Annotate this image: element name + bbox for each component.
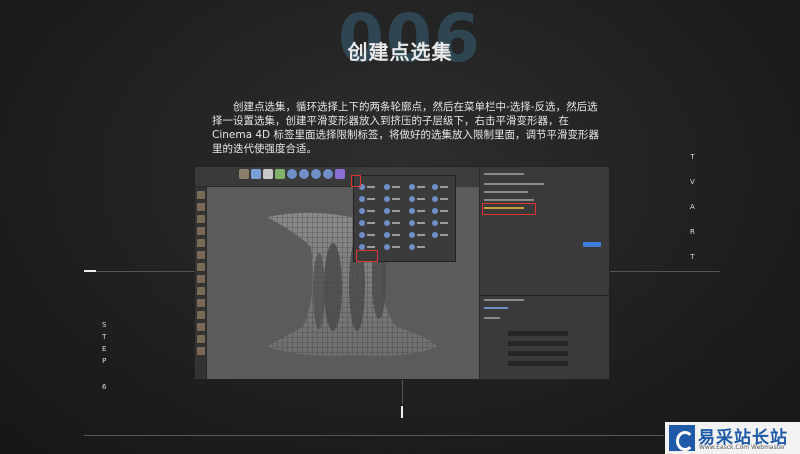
brand-label: T V A R T — [690, 152, 695, 277]
brand-label-letter: V — [690, 178, 695, 186]
divider-bottom — [84, 435, 664, 436]
brand-label-letter: T — [690, 153, 695, 161]
highlight-deformer-icon — [351, 175, 361, 187]
step-label-letter: P — [102, 357, 107, 365]
description-line: 里的迭代使强度合适。 — [212, 143, 317, 155]
step-label-letter: T — [102, 333, 107, 341]
limit-tag-button[interactable] — [583, 242, 601, 247]
toolbar-icon — [335, 169, 345, 179]
divider-vertical-accent — [401, 406, 403, 418]
brand-label-letter: T — [690, 253, 695, 261]
logo-subtitle: Www.Easck.Com Webmaster — [699, 444, 786, 451]
toolbar-icon — [239, 169, 249, 179]
step-label: S T E P 6 — [102, 320, 106, 394]
description: 创建点选集，循环选择上下的两条轮廓点，然后在菜单栏中-选择-反选，然后选 择一设… — [212, 100, 602, 156]
toolbar-icon — [323, 169, 333, 179]
cinema4d-screenshot — [194, 166, 610, 380]
deformer-menu-popup[interactable] — [353, 175, 456, 262]
step-label-letter: E — [102, 345, 107, 353]
menu-bar — [195, 167, 355, 187]
brand-label-letter: A — [690, 203, 695, 211]
highlight-selection-tag — [482, 203, 536, 215]
description-line: 创建点选集，循环选择上下的两条轮廓点，然后在菜单栏中-选择-反选，然后选 — [212, 101, 598, 113]
attribute-field[interactable] — [508, 351, 568, 356]
divider-right — [610, 271, 720, 272]
object-manager-panel — [479, 167, 609, 379]
step-label-letter: 6 — [102, 383, 107, 391]
toolbar-icon — [251, 169, 261, 179]
attribute-field[interactable] — [508, 331, 568, 336]
divider-left — [84, 271, 194, 272]
description-line: 择一设置选集，创建平滑变形器放入到挤压的子层级下，右击平滑变形器，在 — [212, 115, 569, 127]
brand-label-letter: R — [690, 228, 695, 236]
description-line: Cinema 4D 标签里面选择限制标签，将做好的选集放入限制里面，调节平滑变形… — [212, 129, 599, 141]
divider-vertical — [402, 380, 403, 404]
logo-mark-icon — [669, 425, 695, 451]
toolbar-icon — [275, 169, 285, 179]
toolbar-icon — [263, 169, 273, 179]
toolbar-icon — [287, 169, 297, 179]
toolbar-icon — [311, 169, 321, 179]
attribute-field[interactable] — [508, 361, 568, 366]
highlight-smooth-deformer — [356, 250, 378, 262]
toolbar-icon — [299, 169, 309, 179]
site-logo[interactable]: 易采站长站 Www.Easck.Com Webmaster — [665, 422, 800, 454]
left-toolbar — [195, 187, 207, 379]
page-title: 创建点选集 — [347, 40, 453, 64]
step-label-letter: S — [102, 321, 107, 329]
attribute-field[interactable] — [508, 341, 568, 346]
divider-accent — [84, 270, 96, 272]
